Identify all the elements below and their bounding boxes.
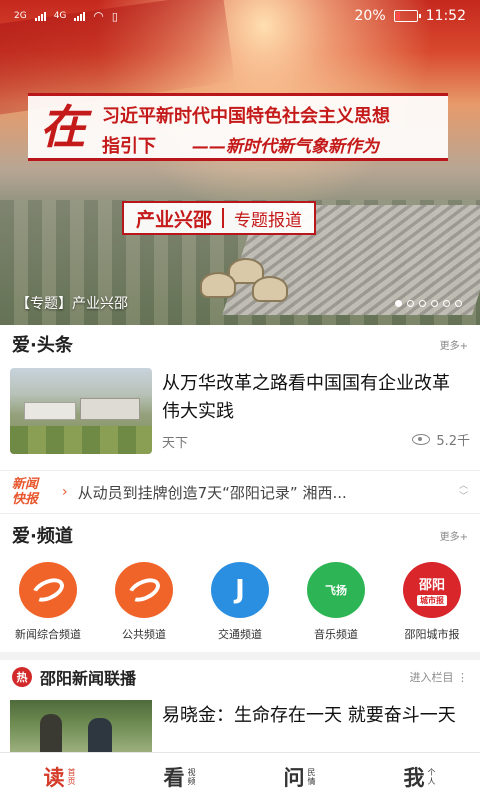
wave-icon: J (211, 562, 269, 618)
network-4g-label: 4G (53, 11, 67, 21)
carousel-dot[interactable] (431, 300, 438, 307)
ticker-text: 从动员到挂牌创造7天“邵阳记录” 湘西... (77, 483, 347, 502)
tab-read[interactable]: 读 首页 (0, 753, 120, 800)
more-link[interactable]: 更多+ (440, 337, 468, 352)
tab-ask[interactable]: 问 民情 (240, 753, 360, 800)
slogan-line3: ——新时代新气象新作为 (192, 137, 379, 157)
banner-carousel[interactable]: 在 习近平新时代中国特色社会主义思想 指引下 ——新时代新气象新作为 产业兴邵 … (0, 0, 480, 325)
topic-subtitle: 专题报道 (234, 210, 303, 231)
carousel-dot[interactable] (455, 300, 462, 307)
ticker-scroll-icon: ︿ ﹀ (458, 481, 468, 502)
slogan-line2: 指引下 (102, 136, 156, 157)
article-title: 易晓金：生命存在一天 就要奋斗一天 (162, 705, 456, 726)
status-bar: 2G 4G ◠ ▯ 20% 11:52 (0, 0, 480, 32)
channel-news[interactable]: 新闻综合频道 (0, 562, 96, 642)
swirl-icon (115, 562, 173, 618)
vibrate-icon: ▯ (111, 9, 118, 23)
news-flash-ticker[interactable]: 新闻 快报 › 从动员到挂牌创造7天“邵阳记录” 湘西... ︿ ﹀ (0, 470, 480, 514)
article-views: 5.2千 (412, 430, 470, 449)
tab-me[interactable]: 我 个人 (360, 753, 480, 800)
section-title: 邵阳新闻联播 (40, 669, 137, 688)
signal-icon (74, 11, 86, 21)
topic-divider (222, 208, 225, 228)
channels-section-header: 爱·频道 更多+ (0, 518, 480, 552)
slogan-big-char: 在 (40, 100, 86, 154)
slogan-line1: 习近平新时代中国特色社会主义思想 (102, 106, 390, 127)
carousel-dot[interactable] (443, 300, 450, 307)
banner-caption: 【专题】产业兴邵 (16, 296, 128, 312)
carousel-dot[interactable] (407, 300, 414, 307)
signal-icon (34, 11, 46, 21)
newspaper-icon: 邵阳 城市报 (403, 562, 461, 618)
slogan-board: 在 习近平新时代中国特色社会主义思想 指引下 ——新时代新气象新作为 (28, 93, 448, 161)
article-thumbnail (10, 368, 152, 454)
channel-label: 新闻综合频道 (15, 628, 81, 641)
music-icon: 飞扬 (307, 562, 365, 618)
enter-column-link[interactable]: 进入栏目 ⋮ (410, 669, 469, 685)
bottom-tab-bar: 读 首页 看 视频 问 民情 我 个人 (0, 752, 480, 800)
topic-title: 产业兴邵 (136, 208, 213, 231)
article-source: 天下 (162, 436, 189, 451)
app-screen: 在 习近平新时代中国特色社会主义思想 指引下 ——新时代新气象新作为 产业兴邵 … (0, 0, 480, 800)
broadcast-article[interactable]: 易晓金：生命存在一天 就要奋斗一天 (10, 700, 470, 752)
hot-badge: 热 (12, 667, 32, 687)
dome-building (200, 272, 236, 298)
channel-label: 音乐频道 (314, 628, 358, 641)
channel-label: 公共频道 (122, 628, 166, 641)
article-title: 从万华改革之路看中国国有企业改革伟大实践 (162, 373, 450, 422)
wifi-icon: ◠ (93, 9, 104, 23)
tab-watch[interactable]: 看 视频 (120, 753, 240, 800)
channel-traffic[interactable]: J 交通频道 (192, 562, 288, 642)
headline-section-header: 爱·头条 更多+ (0, 327, 480, 361)
broadcast-section-header: 热 邵阳新闻联播 进入栏目 ⋮ (0, 652, 480, 694)
topic-box: 产业兴邵 专题报道 (122, 201, 317, 235)
view-count: 5.2千 (436, 434, 470, 449)
battery-percent: 20% (354, 8, 386, 24)
carousel-dot[interactable] (395, 300, 402, 307)
battery-icon (393, 10, 421, 22)
channel-label: 交通频道 (218, 628, 262, 641)
carousel-dot[interactable] (419, 300, 426, 307)
news-flash-logo: 新闻 快报 (12, 477, 39, 507)
clock: 11:52 (425, 8, 466, 24)
channel-music[interactable]: 飞扬 音乐频道 (288, 562, 384, 642)
chevron-right-icon: › (62, 484, 68, 500)
headline-article[interactable]: 从万华改革之路看中国国有企业改革伟大实践 天下 5.2千 (10, 368, 470, 456)
article-thumbnail (10, 700, 152, 752)
carousel-dots (395, 300, 462, 307)
section-title: 爱·头条 (12, 335, 73, 356)
dome-building (252, 276, 288, 302)
more-link[interactable]: 更多+ (440, 528, 468, 543)
channel-public[interactable]: 公共频道 (96, 562, 192, 642)
network-2g-label: 2G (14, 11, 27, 21)
channel-city-paper[interactable]: 邵阳 城市报 邵阳城市报 (384, 562, 480, 642)
channel-list: 新闻综合频道 公共频道 J 交通频道 飞扬 音乐频道 邵阳 城市报 邵阳城市报 (0, 562, 480, 642)
section-title: 爱·频道 (12, 526, 73, 547)
eye-icon (412, 434, 431, 445)
channel-label: 邵阳城市报 (404, 628, 460, 641)
swirl-icon (19, 562, 77, 618)
